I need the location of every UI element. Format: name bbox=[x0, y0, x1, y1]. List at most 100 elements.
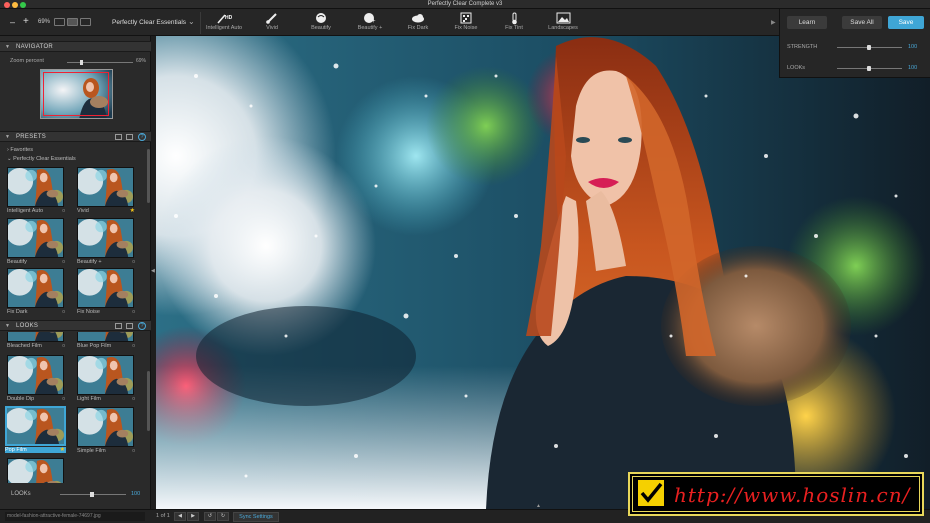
tool-intelligent-auto[interactable]: HD Intelligent Auto bbox=[199, 11, 249, 35]
grid-view-icon[interactable] bbox=[115, 134, 122, 140]
file-name-field[interactable]: model-fashion-attractive-female-74697.jp… bbox=[5, 512, 145, 521]
thumb-image bbox=[7, 355, 64, 395]
collapse-triangle-icon[interactable]: ▼ bbox=[5, 323, 10, 329]
expand-panel-icon[interactable]: ▶ bbox=[771, 19, 776, 26]
thumb-image bbox=[77, 355, 134, 395]
navigator-preview[interactable] bbox=[40, 69, 113, 119]
next-image-button[interactable]: ▶ bbox=[187, 512, 199, 521]
page-count: 1 of 1 bbox=[156, 513, 170, 519]
favorite-toggle[interactable]: o bbox=[132, 309, 135, 315]
looks-header[interactable]: ▼ LOOKS ? bbox=[0, 320, 151, 331]
favorite-toggle[interactable]: o bbox=[62, 396, 65, 402]
tool-label: Fix Noise bbox=[454, 25, 478, 31]
zoom-in-button[interactable]: + bbox=[23, 16, 29, 27]
face-icon bbox=[296, 11, 346, 25]
zoom-out-button[interactable]: – bbox=[10, 17, 15, 27]
favorite-toggle[interactable]: o bbox=[62, 343, 65, 349]
favorite-star-icon[interactable]: ★ bbox=[60, 446, 65, 453]
thumb-caption: Blue Pop Film bbox=[77, 343, 112, 349]
favorite-toggle[interactable]: o bbox=[132, 343, 135, 349]
preset-thumb[interactable]: Beautify + o bbox=[77, 218, 136, 265]
looks-scrollbar[interactable] bbox=[147, 371, 150, 431]
favorite-toggle[interactable]: o bbox=[132, 396, 135, 402]
tool-fix-tint[interactable]: Fix Tint bbox=[489, 11, 539, 35]
collapse-left-panel-icon[interactable]: ◀ bbox=[151, 268, 155, 274]
look-thumb[interactable]: Blue Pop Film o bbox=[77, 332, 136, 349]
looks-strength-slider[interactable] bbox=[60, 492, 126, 497]
chevron-down-icon[interactable]: ⌄ bbox=[188, 17, 195, 26]
tool-landscapes[interactable]: Landscapes bbox=[538, 11, 588, 35]
favorite-star-icon[interactable]: ★ bbox=[130, 207, 135, 214]
presets-scrollbar[interactable] bbox=[147, 149, 150, 203]
preset-group-select[interactable]: Perfectly Clear Essentials bbox=[112, 19, 186, 26]
left-sidebar: ▼ NAVIGATOR Zoom percent 69% ▼ PRESETS ?… bbox=[0, 36, 151, 509]
collapse-triangle-icon[interactable]: ▼ bbox=[5, 44, 10, 50]
navigator-header[interactable]: ▼ NAVIGATOR bbox=[0, 41, 151, 52]
tree-group[interactable]: ⌄ Perfectly Clear Essentials bbox=[7, 156, 76, 162]
favorite-toggle[interactable]: o bbox=[62, 208, 65, 214]
zoom-percent-slider[interactable] bbox=[67, 60, 133, 65]
thumb-image bbox=[7, 332, 64, 342]
preset-thumb[interactable]: Intelligent Auto o bbox=[7, 167, 66, 214]
collapse-triangle-icon[interactable]: ▼ bbox=[5, 134, 10, 140]
tree-favorites[interactable]: › Favorites bbox=[7, 147, 33, 153]
favorite-toggle[interactable]: o bbox=[62, 259, 65, 265]
thumb-image bbox=[7, 167, 64, 207]
strength-slider[interactable] bbox=[837, 45, 902, 50]
rotate-right-button[interactable]: ↻ bbox=[217, 512, 229, 521]
photo-image bbox=[156, 36, 930, 509]
look-thumb-selected[interactable]: Pop Film ★ bbox=[5, 406, 66, 453]
save-button[interactable]: Save bbox=[888, 16, 924, 29]
look-thumb[interactable]: Double Dip o bbox=[7, 355, 66, 402]
preset-thumb[interactable]: Beautify o bbox=[7, 218, 66, 265]
look-thumb[interactable] bbox=[7, 458, 66, 483]
list-view-icon[interactable] bbox=[126, 134, 133, 140]
favorite-toggle[interactable]: o bbox=[62, 309, 65, 315]
side-by-side-view-button[interactable] bbox=[80, 18, 91, 26]
help-icon[interactable]: ? bbox=[138, 133, 146, 141]
thumb-image bbox=[77, 407, 134, 447]
thermometer-icon bbox=[489, 11, 539, 25]
tool-vivid[interactable]: Vivid bbox=[247, 11, 297, 35]
look-thumb[interactable]: Light Film o bbox=[77, 355, 136, 402]
list-view-icon[interactable] bbox=[126, 323, 133, 329]
help-icon[interactable]: ? bbox=[138, 322, 146, 330]
tool-fix-dark[interactable]: Fix Dark bbox=[393, 11, 443, 35]
strength-value: 100 bbox=[908, 44, 918, 50]
preset-thumb[interactable]: Fix Dark o bbox=[7, 268, 66, 315]
favorite-toggle[interactable]: o bbox=[132, 448, 135, 454]
group-label: Perfectly Clear Essentials bbox=[13, 156, 76, 162]
slider-knob[interactable] bbox=[867, 66, 871, 71]
sync-settings-button[interactable]: Sync Settings bbox=[233, 512, 279, 522]
window-title: Perfectly Clear Complete v3 bbox=[427, 1, 503, 7]
section-title: PRESETS bbox=[16, 134, 47, 140]
thumb-image bbox=[5, 406, 66, 446]
favorite-toggle[interactable]: o bbox=[132, 259, 135, 265]
prev-image-button[interactable]: ◀ bbox=[174, 512, 186, 521]
looks-slider[interactable] bbox=[837, 66, 902, 71]
save-all-button[interactable]: Save All bbox=[842, 16, 882, 29]
preset-thumb[interactable]: Fix Noise o bbox=[77, 268, 136, 315]
grid-view-icon[interactable] bbox=[115, 323, 122, 329]
presets-header[interactable]: ▼ PRESETS ? bbox=[0, 131, 151, 142]
single-view-button[interactable] bbox=[54, 18, 65, 26]
section-title: NAVIGATOR bbox=[16, 44, 54, 50]
tool-beautify-plus[interactable]: + Beautify + bbox=[345, 11, 395, 35]
look-thumb[interactable]: Bleached Film o bbox=[7, 332, 66, 349]
navigator-viewport-box[interactable] bbox=[43, 72, 109, 116]
rotate-left-button[interactable]: ↺ bbox=[204, 512, 216, 521]
preset-thumb[interactable]: Vivid ★ bbox=[77, 167, 136, 214]
look-thumb[interactable]: Simple Film o bbox=[77, 407, 136, 454]
slider-knob[interactable] bbox=[80, 60, 83, 65]
tool-label: Fix Dark bbox=[407, 25, 429, 31]
slider-knob[interactable] bbox=[867, 45, 871, 50]
learn-button[interactable]: Learn bbox=[787, 16, 827, 29]
photo-canvas[interactable] bbox=[156, 36, 930, 509]
looks-strength-value: 100 bbox=[131, 491, 141, 497]
slider-knob[interactable] bbox=[90, 492, 94, 497]
tool-fix-noise[interactable]: Fix Noise bbox=[441, 11, 491, 35]
split-view-button[interactable] bbox=[67, 18, 78, 26]
tool-beautify[interactable]: Beautify bbox=[296, 11, 346, 35]
tool-label: Fix Tint bbox=[505, 25, 523, 31]
thumb-caption: Pop Film bbox=[5, 447, 66, 453]
